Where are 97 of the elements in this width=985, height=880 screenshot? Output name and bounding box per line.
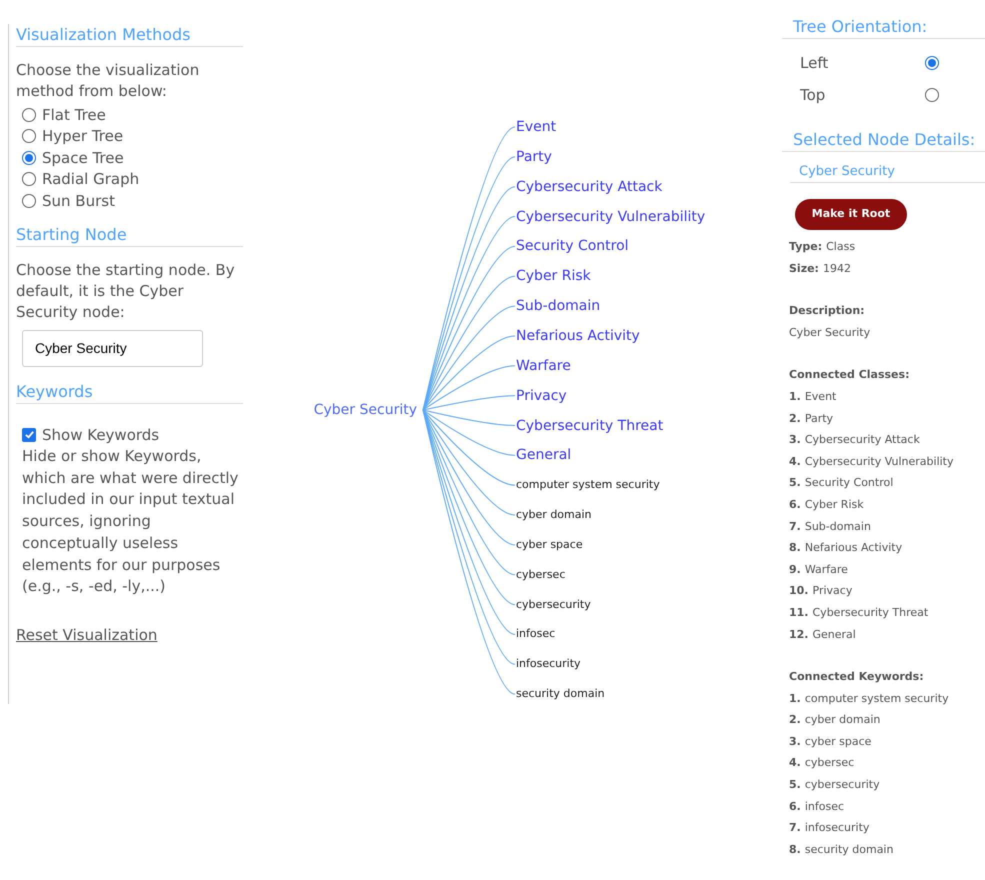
list-number: 7. [789,820,801,836]
list-item: cybersecurity [804,777,880,794]
keyword-node[interactable]: cyber domain [516,507,592,524]
field-label: Connected Classes: [789,367,910,384]
list-number: 5. [789,777,801,794]
section-heading: Tree Orientation: [782,16,985,39]
list-item: General [812,626,856,642]
section-heading: Visualization Methods [16,24,243,47]
radio-button[interactable] [925,88,939,102]
radio-label: Left [800,52,830,74]
radio-label: Top [800,84,826,106]
list-number: 6. [789,798,801,815]
class-node[interactable]: Event [516,117,556,137]
list-number: 8. [789,842,801,858]
list-item: security domain [804,842,894,858]
node-name: Cyber Security [799,163,896,181]
field-value: Class [826,239,856,255]
list-item: cybersec [804,755,854,772]
class-node[interactable]: Warfare [516,356,571,376]
list-number: 1. [789,690,801,707]
radio-label: Flat Tree [42,104,106,126]
keyword-node[interactable]: computer system security [516,477,660,494]
list-item: Security Control [804,475,894,492]
list-number: 5. [789,475,801,492]
section-heading: Selected Node Details: [782,129,985,152]
section-heading: Keywords [16,380,243,404]
list-item: Privacy [812,583,852,600]
checkbox[interactable] [22,428,36,442]
starting-node-field[interactable]: Cyber Security [22,330,203,366]
instruction-text: Choose the starting node. By default, it is the Cyber Security node: [16,260,236,322]
reset-link[interactable]: Reset Visualization [16,624,158,646]
list-item: computer system security [804,690,949,707]
checkbox-label: Show Keywords [42,424,160,446]
class-node[interactable]: Security Control [516,236,629,256]
radio-button[interactable] [22,129,36,144]
keyword-node[interactable]: cybersecurity [516,596,591,613]
list-item: Cybersecurity Attack [804,432,920,448]
field-label: Description: [789,303,866,320]
radio-button[interactable] [22,172,36,186]
field-label: Connected Keywords: [789,669,925,686]
section-heading: Starting Node [16,224,243,246]
list-number: 8. [789,540,801,556]
description-text: Cyber Security [789,324,872,341]
radio-button[interactable] [22,194,36,208]
radio-button[interactable] [22,150,36,165]
class-node[interactable]: Privacy [516,386,567,406]
list-item: infosec [804,798,844,815]
keyword-node[interactable]: cybersec [516,566,566,583]
list-number: 4. [789,755,801,772]
list-number: 4. [789,454,801,470]
class-node[interactable]: Cybersecurity Vulnerability [516,206,706,227]
field-label: Type: [789,239,822,255]
keyword-node[interactable]: security domain [516,686,605,702]
radio-label: Hyper Tree [42,126,124,147]
class-node[interactable]: Party [516,146,552,167]
field-label: Size: [789,260,819,277]
class-node[interactable]: Cyber Risk [516,266,591,286]
make-root-button[interactable]: Make it Root [795,199,907,230]
list-item: Cyber Risk [804,496,864,513]
list-item: Party [804,410,834,427]
radio-button[interactable] [22,108,36,122]
keyword-node[interactable]: cyber space [516,536,583,553]
list-item: Cybersecurity Threat [812,604,928,621]
radio-button[interactable] [925,56,939,70]
class-node[interactable]: Cybersecurity Threat [516,416,664,436]
field-value: 1942 [822,260,851,277]
radio-label: Sun Burst [42,190,115,212]
list-item: infosecurity [804,820,870,836]
list-number: 12. [789,626,808,642]
keyword-node[interactable]: infosecurity [516,656,581,672]
class-node[interactable]: General [516,445,572,466]
list-number: 2. [789,410,801,427]
list-item: Warfare [804,562,848,578]
list-item: Event [804,388,836,405]
list-item: Nefarious Activity [804,540,902,556]
instruction-text: Choose the visualization method from below: [16,60,200,102]
list-number: 7. [789,518,801,535]
help-text: Hide or show Keywords, which are what were directly included in our input textual sources, ignoring conceptually useless elements for our purposes (e.g., -s, -ed, -ly,...) [22,446,240,598]
class-node[interactable]: Sub-domain [516,296,600,316]
radio-label: Radial Graph [42,169,140,190]
list-item: Sub-domain [804,518,871,535]
class-node[interactable]: Cybersecurity Attack [516,176,662,197]
list-number: 3. [789,432,801,448]
list-number: 3. [789,734,801,750]
radio-label: Space Tree [42,148,124,168]
list-number: 6. [789,496,801,513]
list-number: 9. [789,562,801,578]
list-number: 11. [789,604,808,621]
class-node[interactable]: Nefarious Activity [516,326,640,346]
list-number: 1. [789,388,801,405]
list-item: Cybersecurity Vulnerability [804,454,954,470]
list-item: cyber domain [804,712,880,728]
list-number: 2. [789,712,801,728]
root-node[interactable]: Cyber Security [314,400,417,420]
list-number: 10. [789,583,808,600]
keyword-node[interactable]: infosec [516,626,556,642]
list-item: cyber space [804,734,872,750]
